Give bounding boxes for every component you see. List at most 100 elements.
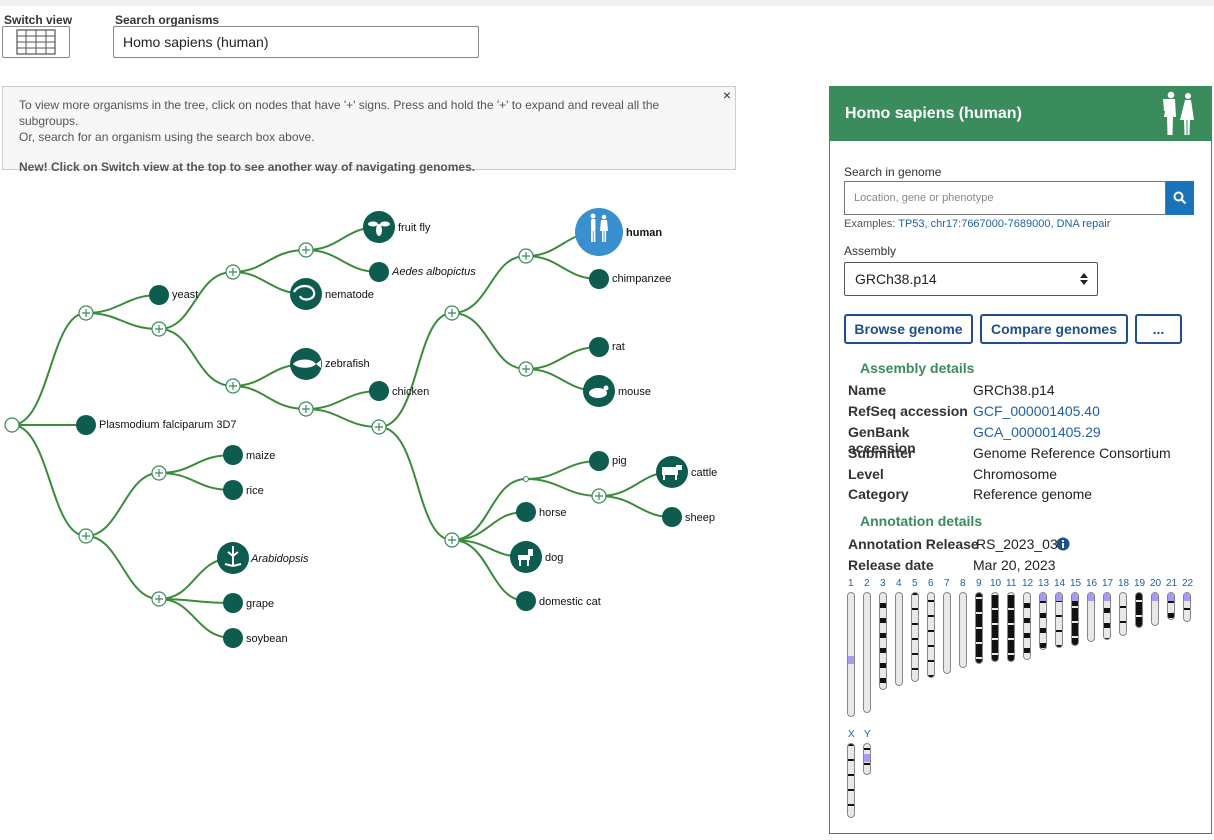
chromosome-ideogram[interactable] [1023,592,1031,660]
organism-search-input[interactable]: Homo sapiens (human) [113,26,479,58]
mouse-icon[interactable] [583,375,615,407]
chromosome-label[interactable]: 3 [880,578,886,589]
expand-node-icon[interactable] [518,248,534,264]
organism-node-domestic-cat[interactable] [516,591,536,611]
cattle-icon[interactable] [656,456,688,488]
chromosome-ideogram[interactable] [895,592,903,686]
genome-search-button[interactable] [1166,181,1194,215]
organism-node-chicken[interactable] [369,381,389,401]
chromosome-ideogram[interactable] [863,592,871,713]
expand-node-icon[interactable] [225,264,241,280]
expand-node-icon[interactable] [225,378,241,394]
chromosome-ideogram[interactable] [1087,592,1095,642]
organism-node-pig[interactable] [589,451,609,471]
tree-root-node[interactable] [4,417,20,433]
switch-view-button[interactable] [2,26,70,58]
chromosome-label[interactable]: 10 [990,578,1001,589]
expand-node-icon[interactable] [78,305,94,321]
chromosome-label[interactable]: 14 [1054,578,1065,589]
organism-node-aedes[interactable] [369,262,389,282]
chromosome-ideogram[interactable] [991,592,999,662]
organism-node-grape[interactable] [223,593,243,613]
chromosome-label[interactable]: 11 [1006,578,1016,589]
chromosome-label[interactable]: 2 [864,578,870,589]
chromosome-ideogram[interactable] [1119,592,1127,636]
chromosome-label[interactable]: 18 [1118,578,1129,589]
chromosome-label[interactable]: 22 [1182,578,1193,589]
compare-genomes-button[interactable]: Compare genomes [980,314,1128,344]
chromosome-label[interactable]: 4 [896,578,902,589]
chromosome-label[interactable]: 19 [1134,578,1145,589]
arabidopsis-icon[interactable] [217,542,249,574]
chromosome-label[interactable]: 16 [1086,578,1097,589]
chromosome-label[interactable]: 5 [912,578,918,589]
browse-genome-button[interactable]: Browse genome [844,314,973,344]
nematode-icon[interactable] [290,278,322,310]
expand-node-icon[interactable] [518,361,534,377]
organism-node-horse[interactable] [516,502,536,522]
chromosome-ideogram[interactable] [1135,592,1143,628]
organism-node-rat[interactable] [589,337,609,357]
chromosome-label[interactable]: 9 [976,578,982,589]
expand-node-icon[interactable] [151,591,167,607]
example-links[interactable]: TP53, chr17:7667000-7689000, DNA repair [898,218,1110,230]
organism-node-soybean[interactable] [223,628,243,648]
chromosome-label[interactable]: 20 [1150,578,1161,589]
chromosome-label[interactable]: 21 [1166,578,1177,589]
chromosome-label[interactable]: 1 [848,578,854,589]
chromosome-ideogram[interactable] [1007,592,1015,662]
expand-node-icon[interactable] [78,528,94,544]
chromosome-label[interactable]: 6 [928,578,934,589]
organism-node-yeast[interactable] [149,285,169,305]
expand-node-icon[interactable] [371,419,387,435]
expand-node-icon[interactable] [151,321,167,337]
dog-icon[interactable] [510,541,542,573]
chromosome-ideogram[interactable] [959,592,967,668]
chromosome-ideogram[interactable] [927,592,935,678]
chromosome-ideogram[interactable] [847,592,855,717]
chromosome-ideogram[interactable] [879,592,887,690]
chromosome-ideogram[interactable] [1167,592,1175,620]
expand-node-icon[interactable] [444,305,460,321]
chromosome-label[interactable]: 8 [960,578,966,589]
expand-node-icon[interactable] [151,465,167,481]
chromosome-label[interactable]: 12 [1022,578,1033,589]
human-icon[interactable] [575,208,623,256]
chromosome-label[interactable]: 7 [944,578,950,589]
close-icon[interactable]: × [723,87,731,103]
organism-node-plasmodium[interactable] [76,415,96,435]
chromosome-ideogram[interactable] [1183,592,1191,622]
organism-node-sheep[interactable] [662,507,682,527]
chromosome-label[interactable]: Y [864,729,871,740]
chromosome-ideogram[interactable] [1151,592,1159,626]
genbank-accession-link[interactable]: GCA_000001405.29 [973,424,1101,440]
refseq-accession-link[interactable]: GCF_000001405.40 [973,403,1100,419]
chromosome-ideogram[interactable] [1055,592,1063,648]
zebrafish-icon[interactable] [290,348,322,380]
fruit-fly-icon[interactable] [363,211,395,243]
chromosome-ideogram[interactable] [911,592,919,682]
info-icon[interactable] [1056,537,1070,551]
expand-node-icon[interactable] [591,488,607,504]
chromosome-label[interactable]: 15 [1070,578,1081,589]
expand-node-icon[interactable] [444,532,460,548]
expand-node-icon[interactable] [298,242,314,258]
expand-node-icon[interactable] [298,401,314,417]
organism-node-chimpanzee[interactable] [589,269,609,289]
chromosome-label[interactable]: 13 [1038,578,1049,589]
assembly-label: Assembly [844,244,897,258]
chromosome-ideogram[interactable] [943,592,951,674]
chromosome-label[interactable]: X [848,729,855,740]
chromosome-ideogram[interactable] [863,743,871,775]
chromosome-ideogram[interactable] [1039,592,1047,650]
chromosome-ideogram[interactable] [1071,592,1079,646]
chromosome-ideogram[interactable] [975,592,983,664]
organism-node-maize[interactable] [223,445,243,465]
genome-search-input[interactable]: Location, gene or phenotype [844,181,1166,215]
chromosome-ideogram[interactable] [1103,592,1111,640]
assembly-select[interactable]: GRCh38.p14 [844,262,1098,296]
more-options-button[interactable]: ... [1135,314,1182,344]
organism-node-rice[interactable] [223,480,243,500]
chromosome-ideogram[interactable] [847,743,855,818]
chromosome-label[interactable]: 17 [1102,578,1113,589]
